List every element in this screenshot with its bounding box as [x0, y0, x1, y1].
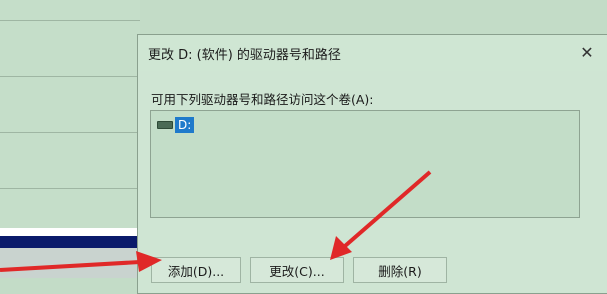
- dialog-titlebar[interactable]: 更改 D: (软件) 的驱动器号和路径 ✕: [138, 35, 607, 71]
- divider: [0, 188, 140, 189]
- add-button[interactable]: 添加(D)...: [151, 257, 241, 283]
- change-button[interactable]: 更改(C)...: [250, 257, 344, 283]
- list-item-label: D:: [175, 117, 195, 133]
- instruction-label: 可用下列驱动器号和路径访问这个卷(A):: [151, 92, 374, 107]
- drive-path-list[interactable]: D:: [150, 110, 580, 218]
- delete-button[interactable]: 删除(R): [353, 257, 447, 283]
- divider: [0, 132, 140, 133]
- change-drive-letter-dialog: 更改 D: (软件) 的驱动器号和路径 ✕ 可用下列驱动器号和路径访问这个卷(A…: [137, 34, 607, 294]
- close-icon[interactable]: ✕: [576, 41, 598, 63]
- divider: [0, 76, 140, 77]
- disk-bar-footer: [0, 248, 140, 278]
- dialog-title: 更改 D: (软件) 的驱动器号和路径: [148, 48, 341, 63]
- drive-icon: [157, 121, 173, 129]
- disk-partition-bar[interactable]: [0, 236, 140, 248]
- list-item[interactable]: D:: [157, 117, 195, 133]
- divider: [0, 20, 140, 21]
